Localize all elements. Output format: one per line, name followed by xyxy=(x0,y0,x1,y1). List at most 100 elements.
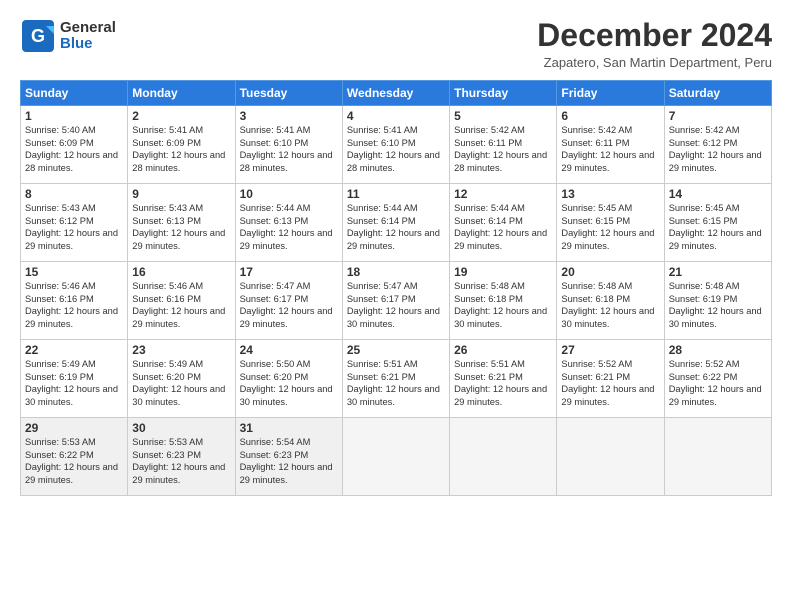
day-number: 21 xyxy=(669,265,767,279)
calendar-cell: 15Sunrise: 5:46 AMSunset: 6:16 PMDayligh… xyxy=(21,262,128,340)
calendar-cell: 24Sunrise: 5:50 AMSunset: 6:20 PMDayligh… xyxy=(235,340,342,418)
day-info: Sunrise: 5:54 AMSunset: 6:23 PMDaylight:… xyxy=(240,436,338,486)
day-number: 31 xyxy=(240,421,338,435)
day-info: Sunrise: 5:49 AMSunset: 6:19 PMDaylight:… xyxy=(25,358,123,408)
day-info: Sunrise: 5:45 AMSunset: 6:15 PMDaylight:… xyxy=(561,202,659,252)
calendar-cell xyxy=(557,418,664,496)
calendar-cell: 3Sunrise: 5:41 AMSunset: 6:10 PMDaylight… xyxy=(235,106,342,184)
calendar-cell: 29Sunrise: 5:53 AMSunset: 6:22 PMDayligh… xyxy=(21,418,128,496)
day-info: Sunrise: 5:44 AMSunset: 6:14 PMDaylight:… xyxy=(347,202,445,252)
day-info: Sunrise: 5:48 AMSunset: 6:19 PMDaylight:… xyxy=(669,280,767,330)
day-number: 28 xyxy=(669,343,767,357)
day-info: Sunrise: 5:53 AMSunset: 6:23 PMDaylight:… xyxy=(132,436,230,486)
day-info: Sunrise: 5:43 AMSunset: 6:13 PMDaylight:… xyxy=(132,202,230,252)
col-saturday: Saturday xyxy=(664,81,771,106)
day-number: 10 xyxy=(240,187,338,201)
calendar-cell: 22Sunrise: 5:49 AMSunset: 6:19 PMDayligh… xyxy=(21,340,128,418)
calendar-cell: 30Sunrise: 5:53 AMSunset: 6:23 PMDayligh… xyxy=(128,418,235,496)
day-info: Sunrise: 5:46 AMSunset: 6:16 PMDaylight:… xyxy=(25,280,123,330)
calendar-cell: 26Sunrise: 5:51 AMSunset: 6:21 PMDayligh… xyxy=(450,340,557,418)
col-monday: Monday xyxy=(128,81,235,106)
calendar-cell: 6Sunrise: 5:42 AMSunset: 6:11 PMDaylight… xyxy=(557,106,664,184)
day-info: Sunrise: 5:40 AMSunset: 6:09 PMDaylight:… xyxy=(25,124,123,174)
day-number: 6 xyxy=(561,109,659,123)
day-number: 15 xyxy=(25,265,123,279)
calendar-cell xyxy=(450,418,557,496)
calendar-cell: 4Sunrise: 5:41 AMSunset: 6:10 PMDaylight… xyxy=(342,106,449,184)
day-info: Sunrise: 5:45 AMSunset: 6:15 PMDaylight:… xyxy=(669,202,767,252)
day-number: 22 xyxy=(25,343,123,357)
calendar-cell: 8Sunrise: 5:43 AMSunset: 6:12 PMDaylight… xyxy=(21,184,128,262)
day-info: Sunrise: 5:41 AMSunset: 6:10 PMDaylight:… xyxy=(347,124,445,174)
calendar-cell: 16Sunrise: 5:46 AMSunset: 6:16 PMDayligh… xyxy=(128,262,235,340)
day-info: Sunrise: 5:43 AMSunset: 6:12 PMDaylight:… xyxy=(25,202,123,252)
day-info: Sunrise: 5:42 AMSunset: 6:12 PMDaylight:… xyxy=(669,124,767,174)
day-info: Sunrise: 5:51 AMSunset: 6:21 PMDaylight:… xyxy=(454,358,552,408)
svg-text:G: G xyxy=(31,26,45,46)
day-number: 23 xyxy=(132,343,230,357)
calendar-cell: 20Sunrise: 5:48 AMSunset: 6:18 PMDayligh… xyxy=(557,262,664,340)
day-number: 12 xyxy=(454,187,552,201)
day-number: 25 xyxy=(347,343,445,357)
calendar-cell: 19Sunrise: 5:48 AMSunset: 6:18 PMDayligh… xyxy=(450,262,557,340)
day-info: Sunrise: 5:47 AMSunset: 6:17 PMDaylight:… xyxy=(240,280,338,330)
calendar-cell: 9Sunrise: 5:43 AMSunset: 6:13 PMDaylight… xyxy=(128,184,235,262)
day-info: Sunrise: 5:41 AMSunset: 6:10 PMDaylight:… xyxy=(240,124,338,174)
day-number: 27 xyxy=(561,343,659,357)
col-sunday: Sunday xyxy=(21,81,128,106)
day-info: Sunrise: 5:46 AMSunset: 6:16 PMDaylight:… xyxy=(132,280,230,330)
day-number: 16 xyxy=(132,265,230,279)
day-info: Sunrise: 5:48 AMSunset: 6:18 PMDaylight:… xyxy=(561,280,659,330)
calendar-week-1: 1Sunrise: 5:40 AMSunset: 6:09 PMDaylight… xyxy=(21,106,772,184)
col-thursday: Thursday xyxy=(450,81,557,106)
day-number: 9 xyxy=(132,187,230,201)
calendar-cell: 2Sunrise: 5:41 AMSunset: 6:09 PMDaylight… xyxy=(128,106,235,184)
day-number: 1 xyxy=(25,109,123,123)
calendar-cell xyxy=(342,418,449,496)
day-number: 30 xyxy=(132,421,230,435)
col-friday: Friday xyxy=(557,81,664,106)
calendar-cell: 10Sunrise: 5:44 AMSunset: 6:13 PMDayligh… xyxy=(235,184,342,262)
day-info: Sunrise: 5:44 AMSunset: 6:14 PMDaylight:… xyxy=(454,202,552,252)
calendar-week-3: 15Sunrise: 5:46 AMSunset: 6:16 PMDayligh… xyxy=(21,262,772,340)
day-info: Sunrise: 5:42 AMSunset: 6:11 PMDaylight:… xyxy=(561,124,659,174)
day-info: Sunrise: 5:52 AMSunset: 6:21 PMDaylight:… xyxy=(561,358,659,408)
subtitle: Zapatero, San Martin Department, Peru xyxy=(537,55,772,70)
day-number: 13 xyxy=(561,187,659,201)
logo-icon: G xyxy=(20,18,56,54)
logo-blue: Blue xyxy=(60,36,116,53)
day-info: Sunrise: 5:51 AMSunset: 6:21 PMDaylight:… xyxy=(347,358,445,408)
calendar-cell: 14Sunrise: 5:45 AMSunset: 6:15 PMDayligh… xyxy=(664,184,771,262)
day-info: Sunrise: 5:53 AMSunset: 6:22 PMDaylight:… xyxy=(25,436,123,486)
calendar-cell: 1Sunrise: 5:40 AMSunset: 6:09 PMDaylight… xyxy=(21,106,128,184)
calendar-cell: 23Sunrise: 5:49 AMSunset: 6:20 PMDayligh… xyxy=(128,340,235,418)
calendar-cell: 13Sunrise: 5:45 AMSunset: 6:15 PMDayligh… xyxy=(557,184,664,262)
day-number: 14 xyxy=(669,187,767,201)
calendar-header-row: Sunday Monday Tuesday Wednesday Thursday… xyxy=(21,81,772,106)
calendar-cell: 7Sunrise: 5:42 AMSunset: 6:12 PMDaylight… xyxy=(664,106,771,184)
day-number: 2 xyxy=(132,109,230,123)
calendar-cell: 27Sunrise: 5:52 AMSunset: 6:21 PMDayligh… xyxy=(557,340,664,418)
day-number: 11 xyxy=(347,187,445,201)
day-number: 18 xyxy=(347,265,445,279)
calendar-cell: 17Sunrise: 5:47 AMSunset: 6:17 PMDayligh… xyxy=(235,262,342,340)
day-info: Sunrise: 5:42 AMSunset: 6:11 PMDaylight:… xyxy=(454,124,552,174)
day-number: 7 xyxy=(669,109,767,123)
title-block: December 2024 Zapatero, San Martin Depar… xyxy=(537,18,772,70)
calendar-week-4: 22Sunrise: 5:49 AMSunset: 6:19 PMDayligh… xyxy=(21,340,772,418)
day-number: 19 xyxy=(454,265,552,279)
day-number: 29 xyxy=(25,421,123,435)
calendar-cell: 18Sunrise: 5:47 AMSunset: 6:17 PMDayligh… xyxy=(342,262,449,340)
calendar-cell: 11Sunrise: 5:44 AMSunset: 6:14 PMDayligh… xyxy=(342,184,449,262)
day-number: 4 xyxy=(347,109,445,123)
day-info: Sunrise: 5:48 AMSunset: 6:18 PMDaylight:… xyxy=(454,280,552,330)
calendar-week-5: 29Sunrise: 5:53 AMSunset: 6:22 PMDayligh… xyxy=(21,418,772,496)
calendar-cell: 21Sunrise: 5:48 AMSunset: 6:19 PMDayligh… xyxy=(664,262,771,340)
calendar-cell: 28Sunrise: 5:52 AMSunset: 6:22 PMDayligh… xyxy=(664,340,771,418)
day-info: Sunrise: 5:49 AMSunset: 6:20 PMDaylight:… xyxy=(132,358,230,408)
calendar-cell xyxy=(664,418,771,496)
calendar-cell: 25Sunrise: 5:51 AMSunset: 6:21 PMDayligh… xyxy=(342,340,449,418)
logo: G General Blue xyxy=(20,18,116,54)
calendar-cell: 5Sunrise: 5:42 AMSunset: 6:11 PMDaylight… xyxy=(450,106,557,184)
calendar-week-2: 8Sunrise: 5:43 AMSunset: 6:12 PMDaylight… xyxy=(21,184,772,262)
